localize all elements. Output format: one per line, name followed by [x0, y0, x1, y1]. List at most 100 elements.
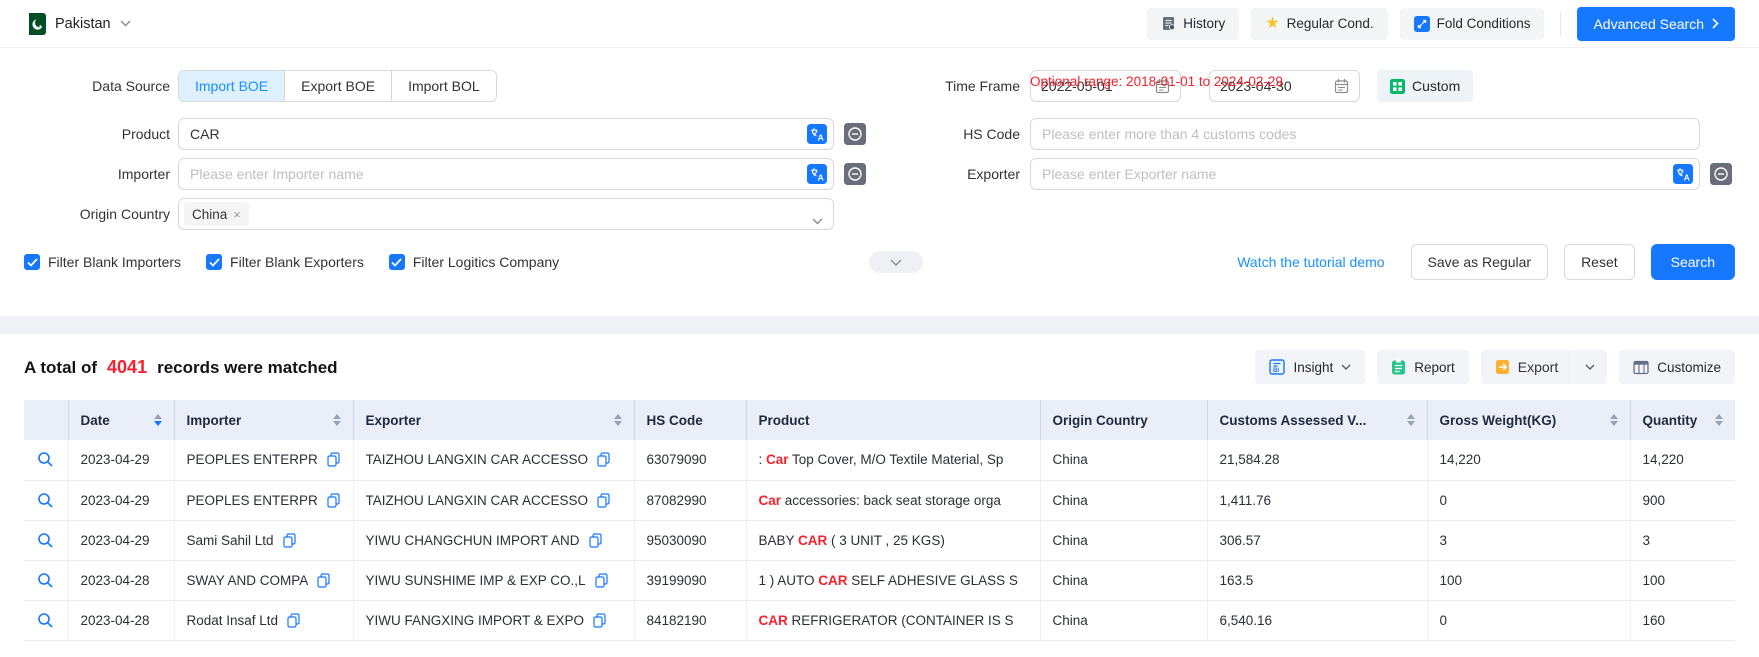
header-hs-code: HS Code — [634, 400, 746, 440]
gross-weight-cell: 100 — [1427, 560, 1630, 600]
results-header: A total of 4041 records were matched BI … — [0, 334, 1759, 396]
tab-export-boe[interactable]: Export BOE — [284, 71, 391, 101]
sort-icons[interactable] — [1602, 414, 1618, 426]
custom-range-button[interactable]: Custom — [1377, 70, 1473, 102]
exporter-label: Exporter — [924, 166, 1020, 182]
svg-text:A: A — [818, 172, 824, 182]
copy-icon[interactable] — [589, 533, 602, 548]
customize-button[interactable]: Customize — [1619, 350, 1735, 384]
copy-icon[interactable] — [283, 533, 296, 548]
checkbox-checked-icon[interactable] — [24, 254, 40, 270]
product-input[interactable] — [178, 118, 834, 150]
exact-match-icon[interactable] — [844, 163, 866, 185]
sort-icons[interactable] — [1399, 414, 1415, 426]
sort-icons[interactable] — [146, 414, 162, 426]
copy-icon[interactable] — [595, 573, 608, 588]
advanced-search-button[interactable]: Advanced Search — [1577, 7, 1735, 41]
exact-match-icon[interactable] — [844, 123, 866, 145]
gross-weight-cell: 14,220 — [1427, 440, 1630, 480]
svg-text:A: A — [1684, 172, 1690, 182]
insight-bi-icon: BI — [1269, 359, 1285, 375]
checkbox-checked-icon[interactable] — [389, 254, 405, 270]
copy-icon[interactable] — [287, 613, 300, 628]
custom-label: Custom — [1412, 78, 1460, 94]
copy-icon[interactable] — [327, 493, 340, 508]
history-button[interactable]: History — [1147, 8, 1239, 40]
hs-code-input[interactable] — [1030, 118, 1700, 150]
origin-country-select[interactable]: China × — [178, 198, 834, 230]
country-selector[interactable]: Pakistan — [24, 13, 131, 35]
importer-cell: Sami Sahil Ltd — [174, 520, 353, 560]
fold-conditions-button[interactable]: Fold Conditions — [1400, 8, 1545, 40]
chevron-down-icon — [1585, 364, 1595, 370]
exporter-cell: YIWU CHANGCHUN IMPORT AND — [353, 520, 634, 560]
results-count: 4041 — [107, 357, 147, 378]
insight-button[interactable]: BI Insight — [1255, 350, 1365, 384]
hs-code-cell: 63079090 — [634, 440, 746, 480]
translate-icon[interactable]: A — [807, 124, 827, 147]
chevron-right-icon — [1712, 18, 1719, 29]
importer-input[interactable] — [178, 158, 834, 190]
search-button[interactable]: Search — [1651, 244, 1735, 280]
exporter-cell: TAIZHOU LANGXIN CAR ACCESSO — [353, 480, 634, 520]
export-label: Export — [1518, 359, 1558, 375]
country-name: Pakistan — [55, 16, 111, 32]
export-button[interactable]: Export — [1481, 359, 1572, 375]
filter-logitics-company[interactable]: Filter Logitics Company — [389, 254, 559, 270]
data-source-label: Data Source — [24, 78, 170, 94]
quantity-cell: 900 — [1630, 480, 1735, 520]
filter-label: Filter Blank Importers — [48, 254, 181, 270]
history-icon — [1161, 16, 1176, 31]
sort-icons[interactable] — [1707, 414, 1723, 426]
report-button[interactable]: Report — [1377, 350, 1469, 384]
advanced-search-label: Advanced Search — [1593, 16, 1704, 32]
translate-icon[interactable]: A — [807, 164, 827, 187]
collapse-conditions-button[interactable] — [869, 251, 923, 273]
filter-blank-exporters[interactable]: Filter Blank Exporters — [206, 254, 364, 270]
product-cell: BABY CAR ( 3 UNIT , 25 KGS) — [746, 520, 1040, 560]
view-detail-search-icon[interactable] — [37, 612, 54, 629]
save-as-regular-button[interactable]: Save as Regular — [1411, 244, 1549, 280]
copy-icon[interactable] — [317, 573, 330, 588]
copy-icon[interactable] — [593, 613, 606, 628]
header-importer[interactable]: Importer — [174, 400, 353, 440]
exporter-input[interactable] — [1030, 158, 1700, 190]
regular-cond-button[interactable]: ★ Regular Cond. — [1251, 8, 1387, 40]
chevron-down-icon — [890, 259, 902, 266]
table-header-row: Date Importer Exporter HS Code Product O… — [24, 400, 1735, 440]
view-detail-search-icon[interactable] — [37, 532, 54, 549]
header-quantity[interactable]: Quantity — [1630, 400, 1735, 440]
quantity-cell: 100 — [1630, 560, 1735, 600]
translate-icon[interactable]: A — [1673, 164, 1693, 187]
origin-country-cell: China — [1040, 520, 1207, 560]
header-gross-weight[interactable]: Gross Weight(KG) — [1427, 400, 1630, 440]
sort-icons[interactable] — [606, 414, 622, 426]
section-divider — [0, 316, 1759, 334]
date-cell: 2023-04-28 — [68, 560, 174, 600]
regular-cond-label: Regular Cond. — [1287, 16, 1374, 31]
checkbox-checked-icon[interactable] — [206, 254, 222, 270]
exact-match-icon[interactable] — [1710, 163, 1732, 185]
tutorial-link[interactable]: Watch the tutorial demo — [1237, 254, 1384, 270]
copy-icon[interactable] — [327, 452, 340, 467]
export-dropdown-button[interactable] — [1573, 350, 1607, 384]
hs-code-cell: 39199090 — [634, 560, 746, 600]
view-detail-search-icon[interactable] — [37, 492, 54, 509]
header-date[interactable]: Date — [68, 400, 174, 440]
view-detail-search-icon[interactable] — [37, 451, 54, 468]
insight-label: Insight — [1293, 360, 1333, 375]
filter-blank-importers[interactable]: Filter Blank Importers — [24, 254, 181, 270]
reset-button[interactable]: Reset — [1564, 244, 1635, 280]
header-customs-value[interactable]: Customs Assessed V... — [1207, 400, 1427, 440]
sort-icons[interactable] — [325, 414, 341, 426]
tab-import-boe[interactable]: Import BOE — [179, 71, 284, 101]
header-exporter[interactable]: Exporter — [353, 400, 634, 440]
exporter-cell: YIWU FANGXING IMPORT & EXPO — [353, 600, 634, 640]
remove-tag-icon[interactable]: × — [233, 207, 241, 222]
hs-code-cell: 95030090 — [634, 520, 746, 560]
copy-icon[interactable] — [597, 493, 610, 508]
copy-icon[interactable] — [597, 452, 610, 467]
tab-import-bol[interactable]: Import BOL — [391, 71, 496, 101]
customs-value-cell: 1,411.76 — [1207, 480, 1427, 520]
view-detail-search-icon[interactable] — [37, 572, 54, 589]
